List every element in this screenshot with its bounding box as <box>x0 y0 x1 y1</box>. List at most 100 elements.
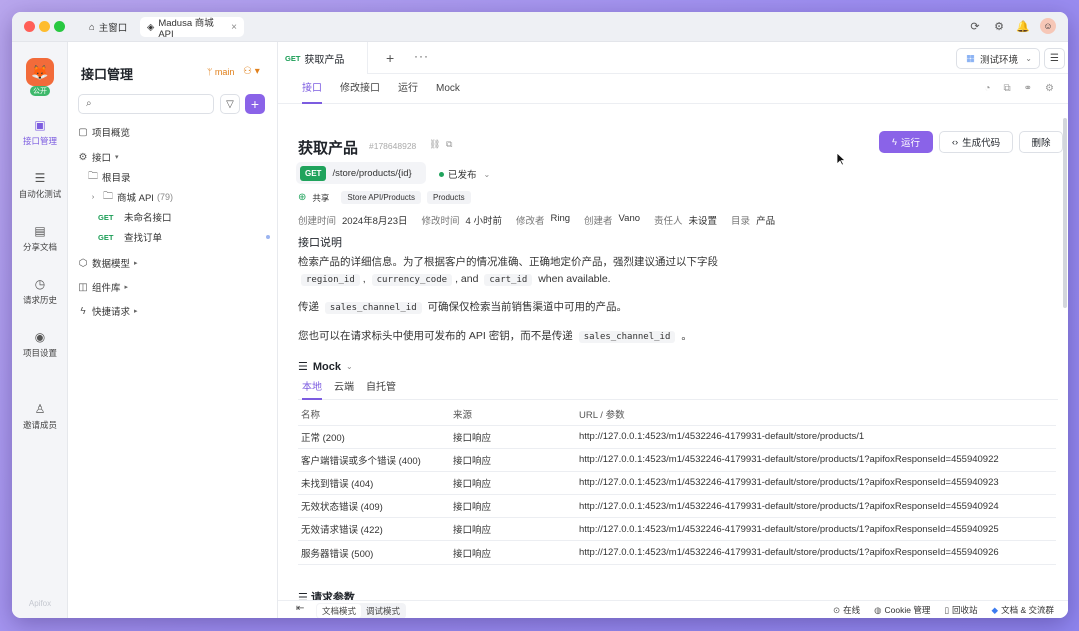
mock-tab-self-hosted[interactable]: 自托管 <box>366 378 396 400</box>
comment-icon[interactable]: ◔ <box>984 83 990 94</box>
plus-icon: + <box>250 96 260 112</box>
generate-code-button[interactable]: ‹› 生成代码 <box>939 131 1013 153</box>
copy-icon[interactable]: ⧉ <box>446 139 452 150</box>
app-icon: ◈ <box>147 21 155 33</box>
folder-icon: 🗀 <box>103 190 113 202</box>
tag[interactable]: Store API/Products <box>341 191 421 204</box>
branch-selector[interactable]: ᛘ main <box>207 67 234 77</box>
status-bar: ⇤ 文档模式 调试模式 ⊙ 在线 ◍ Cookie 管理 ▯ 回收站 ◆ 文档 & 交流… <box>278 600 1068 618</box>
copy-icon[interactable]: ⧉ <box>1004 83 1011 94</box>
share-icon[interactable]: ⚭ <box>1024 83 1032 94</box>
brand-label: Apifox <box>28 599 52 608</box>
branch-settings-icon[interactable]: ⚇ ▾ <box>243 66 260 77</box>
bell-icon[interactable]: 🔔 <box>1016 19 1030 33</box>
table-row[interactable]: 无效状态错误 (409) 接口响应 http://127.0.0.1:4523/m1… <box>298 494 1056 519</box>
tree-item-quick-request[interactable]: ϟ 快捷请求 ▸ <box>68 302 278 320</box>
visibility-badge: 公开 <box>30 86 50 96</box>
new-tab-button[interactable]: + <box>386 50 394 66</box>
table-row[interactable]: 服务器错误 (500) 接口响应 http://127.0.0.1:4523/m1/… <box>298 540 1056 565</box>
more-icon[interactable]: ··· <box>414 49 429 63</box>
doc-tab-get-product[interactable]: GET 获取产品 <box>278 42 368 74</box>
mock-section-heading[interactable]: ☰ Mock ⌄ <box>298 360 353 374</box>
filter-button[interactable]: ▽ <box>220 94 240 114</box>
rail-item-settings[interactable]: ◉ 项目设置 <box>12 330 68 359</box>
trash-icon: ▯ <box>944 605 950 615</box>
main-panel: GET 获取产品 + ··· ▦ 测试环境 ⌄ ☰ 接口 修改接口 运行 Moc… <box>278 42 1068 618</box>
tree-item-unnamed[interactable]: GET 未命名接口 <box>68 208 278 226</box>
tree-item-components[interactable]: ◫ 组件库 ▸ <box>68 278 278 296</box>
tree-item-root[interactable]: 🗀 根目录 <box>68 168 278 186</box>
rail-item-invite[interactable]: ♙ 邀请成员 <box>12 402 68 431</box>
mock-tab-local[interactable]: 本地 <box>302 378 322 400</box>
component-icon: ◫ <box>78 281 88 293</box>
menu-button[interactable]: ☰ <box>1044 48 1065 69</box>
subtab-edit[interactable]: 修改接口 <box>340 74 380 104</box>
tags-row: ⊕ 共享 Store API/Products Products <box>298 191 471 204</box>
run-button[interactable]: ϟ 运行 <box>879 131 933 153</box>
online-icon: ⊙ <box>832 605 841 615</box>
status-select[interactable]: 已发布 ⌄ <box>439 167 490 181</box>
tree-item-models[interactable]: ⬡ 数据模型 ▸ <box>68 254 278 272</box>
project-logo-icon[interactable]: 🦊 <box>26 58 54 86</box>
minimize-window-button[interactable] <box>39 21 50 32</box>
env-icon: ▦ <box>966 53 975 64</box>
tag[interactable]: Products <box>427 191 471 204</box>
tree-item-shop-api[interactable]: › 🗀 商城 API (79) <box>68 188 278 206</box>
subtab-run[interactable]: 运行 <box>398 74 418 104</box>
rail-item-docs[interactable]: ▤ 分享文档 <box>12 224 68 253</box>
environment-select[interactable]: ▦ 测试环境 ⌄ <box>956 48 1040 69</box>
automation-icon: ☰ <box>34 171 46 185</box>
delete-button[interactable]: 删除 <box>1019 131 1063 153</box>
endpoint-subtabs: 接口 修改接口 运行 Mock ◔ ⧉ ⚭ ⚙ <box>278 74 1068 104</box>
unsaved-dot <box>266 235 270 239</box>
subtab-api[interactable]: 接口 <box>302 74 322 104</box>
mock-tab-cloud[interactable]: 云端 <box>334 378 354 400</box>
gear-icon[interactable]: ⚙ <box>992 19 1006 33</box>
hamburger-icon: ☰ <box>1050 53 1059 64</box>
left-rail: 🦊 公开 ▣ 接口管理 ☰ 自动化测试 ▤ 分享文档 ◷ 请求历史 ◉ 项目设置… <box>12 42 68 618</box>
close-window-button[interactable] <box>24 21 35 32</box>
document-tabs-bar: GET 获取产品 + ··· ▦ 测试环境 ⌄ ☰ <box>278 42 1068 74</box>
avatar[interactable]: ☺ <box>1040 18 1056 34</box>
list-icon: ☰ <box>298 361 308 373</box>
settings-icon[interactable]: ⚙ <box>1045 83 1054 94</box>
window-tab-home[interactable]: ⌂ 主窗口 <box>82 17 134 37</box>
scrollbar[interactable] <box>1063 118 1067 308</box>
chevron-down-icon: ⌄ <box>483 169 491 179</box>
refresh-icon[interactable]: ⟳ <box>968 19 982 33</box>
mode-debug[interactable]: 调试模式 <box>361 604 405 618</box>
column-header: 来源 <box>450 403 576 426</box>
rail-item-api[interactable]: ▣ 接口管理 <box>12 118 68 147</box>
subtab-mock[interactable]: Mock <box>436 74 460 104</box>
close-tab-icon[interactable]: × <box>231 22 237 33</box>
recycle-bin[interactable]: ▯ 回收站 <box>944 604 977 616</box>
table-row[interactable]: 正常 (200) 接口响应 http://127.0.0.1:4523/m1/453… <box>298 425 1056 449</box>
column-header: 名称 <box>298 403 450 426</box>
maximize-window-button[interactable] <box>54 21 65 32</box>
table-row[interactable]: 客户端错误或多个错误 (400) 接口响应 http://127.0.0.1:452… <box>298 448 1056 472</box>
description-paragraph: 检索产品的详细信息。为了根据客户的情况准确、正确地定价产品，强烈建议通过以下字段… <box>298 256 718 286</box>
tree-item-find-order[interactable]: GET 查找订单 <box>68 228 278 246</box>
rail-item-automation[interactable]: ☰ 自动化测试 <box>12 171 68 200</box>
caret-down-icon: ▾ <box>115 154 119 161</box>
online-status[interactable]: ⊙ 在线 <box>833 604 860 616</box>
link-icon[interactable]: ⛓ <box>429 139 440 150</box>
endpoint-title: 获取产品 <box>298 140 359 157</box>
meta-row: 创建时间 2024年8月23日 修改时间 4 小时前 修改者 Ring 创建者 Vano… <box>298 213 776 227</box>
mode-doc[interactable]: 文档模式 <box>317 604 362 618</box>
table-row[interactable]: 未找到错误 (404) 接口响应 http://127.0.0.1:4523/m1/… <box>298 471 1056 496</box>
cookie-manager[interactable]: ◍ Cookie 管理 <box>874 604 930 616</box>
tree-item-api[interactable]: ⚙ 接口 ▾ <box>68 148 278 166</box>
table-row[interactable]: 无效请求错误 (422) 接口响应 http://127.0.0.1:4523/m1… <box>298 517 1056 542</box>
rail-item-history[interactable]: ◷ 请求历史 <box>12 277 68 306</box>
tree-item-overview[interactable]: ▢ 项目概览 <box>68 123 278 141</box>
endpoint-path[interactable]: GET /store/products/{id} <box>296 162 426 184</box>
search-input[interactable] <box>99 97 209 111</box>
collapse-sidebar-icon[interactable]: ⇤ <box>296 603 304 614</box>
description-heading: 接口说明 <box>298 237 342 249</box>
add-button[interactable]: + <box>245 94 265 114</box>
docs-community[interactable]: ◆ 文档 & 交流群 <box>992 604 1054 616</box>
description-paragraph: 您也可以在请求标头中使用可发布的 API 密钥，而不是传递 sales_chan… <box>298 330 692 343</box>
sidebar-search[interactable]: ⌕ <box>78 94 214 114</box>
window-tab-project[interactable]: ◈ Madusa 商城 API × <box>140 17 244 40</box>
